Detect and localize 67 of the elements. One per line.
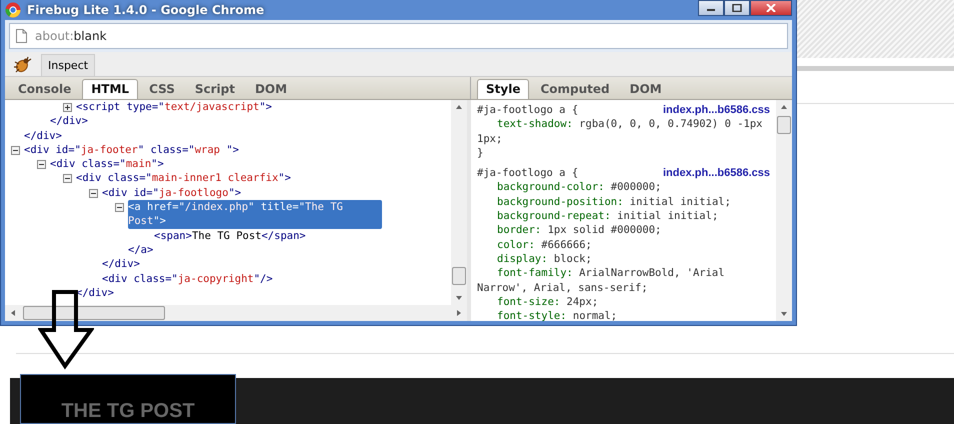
close-icon xyxy=(766,4,776,12)
expand-toggle-icon[interactable] xyxy=(63,174,72,184)
closing-tag: </div> xyxy=(24,128,62,143)
html-node[interactable]: <script type="text/javascript"> xyxy=(76,100,272,114)
scroll-down-arrow-icon[interactable] xyxy=(780,310,788,318)
address-text: about:blank xyxy=(35,29,107,43)
page-icon xyxy=(16,29,27,43)
stylesheet-link[interactable]: index.ph...b6586.css xyxy=(663,103,770,118)
css-property: background-repeat: initial initial; xyxy=(496,209,720,224)
css-property: text-shadow: rgba(0, 0, 0, 0.74902) 0 -1px 1px; xyxy=(477,117,764,146)
html-node[interactable]: <span>The TG Post</span> xyxy=(154,228,306,243)
css-property: font-style: normal; xyxy=(496,309,618,321)
window-title: Firebug Lite 1.4.0 - Google Chrome xyxy=(27,3,266,17)
bug-icon[interactable] xyxy=(11,54,33,74)
css-property: background-position: initial initial; xyxy=(496,194,732,210)
browser-logo-icon xyxy=(5,2,21,18)
footer-logo[interactable]: THE TG POST xyxy=(20,374,236,424)
panel-tab[interactable]: Script xyxy=(186,79,244,99)
closing-tag: </a> xyxy=(128,242,154,258)
css-property: font-size: 24px; xyxy=(496,294,600,310)
html-node[interactable]: <div class="main-inner1 clearfix"> xyxy=(76,171,291,186)
html-node[interactable]: <div id="ja-footer" class="wrap "> xyxy=(24,142,239,158)
horizontal-scrollbar[interactable] xyxy=(5,305,467,321)
side-panel-tab[interactable]: DOM xyxy=(620,79,671,99)
scroll-up-arrow-icon[interactable] xyxy=(780,103,788,111)
scroll-up-arrow-icon[interactable] xyxy=(455,103,463,111)
address-field[interactable]: about:blank xyxy=(9,23,788,49)
maximize-icon xyxy=(732,4,742,12)
closing-brace: } xyxy=(477,146,484,160)
expand-toggle-icon[interactable] xyxy=(63,103,72,112)
css-property: background-color: #000000; xyxy=(496,180,662,195)
expand-toggle-icon[interactable] xyxy=(37,160,46,170)
css-selector: #ja-footlogo a { xyxy=(477,103,578,118)
stylesheet-link[interactable]: index.ph...b6586.css xyxy=(663,166,770,180)
scroll-thumb[interactable] xyxy=(777,116,791,134)
html-node[interactable]: <a href="/index.php" title="The TG Post"> xyxy=(128,200,382,229)
expand-toggle-icon[interactable] xyxy=(115,203,124,212)
panel-tab[interactable]: DOM xyxy=(246,79,296,99)
css-property: display: block; xyxy=(496,252,593,266)
side-panel-tab[interactable]: Computed xyxy=(531,79,619,99)
scroll-left-arrow-icon[interactable] xyxy=(9,309,17,317)
scroll-right-arrow-icon[interactable] xyxy=(455,309,463,317)
panel-tab[interactable]: HTML xyxy=(82,79,138,99)
panel-tab[interactable]: CSS xyxy=(140,79,184,99)
side-panel-tab[interactable]: Style xyxy=(477,79,530,99)
closing-tag: </div> xyxy=(102,257,140,272)
vertical-scrollbar[interactable] xyxy=(776,100,792,321)
panel-tab[interactable]: Console xyxy=(9,79,80,99)
scroll-thumb[interactable] xyxy=(23,306,165,320)
vertical-scrollbar[interactable] xyxy=(451,100,467,305)
close-button[interactable] xyxy=(750,0,792,16)
expand-toggle-icon[interactable] xyxy=(89,188,98,198)
minimize-button[interactable] xyxy=(698,0,724,16)
inspect-button[interactable]: Inspect xyxy=(41,54,96,76)
html-node[interactable]: <div class="main"> xyxy=(50,157,164,172)
closing-tag: </div> xyxy=(50,114,88,129)
css-selector: #ja-footlogo a { xyxy=(477,166,578,180)
css-property: border: 1px solid #000000; xyxy=(496,223,662,238)
css-property: color: #666666; xyxy=(496,238,593,252)
scroll-down-arrow-icon[interactable] xyxy=(455,294,463,302)
css-property: font-family: ArialNarrowBold, 'Arial Narrow', Arial, sans-serif; xyxy=(477,266,726,295)
closing-tag: </div> xyxy=(76,286,114,300)
html-node[interactable]: <div id="ja-footlogo"> xyxy=(102,186,242,200)
scroll-thumb[interactable] xyxy=(452,267,466,285)
maximize-button[interactable] xyxy=(724,0,750,16)
expand-toggle-icon[interactable] xyxy=(11,146,20,155)
html-node[interactable]: <div class="ja-copyright"/> xyxy=(102,272,273,286)
